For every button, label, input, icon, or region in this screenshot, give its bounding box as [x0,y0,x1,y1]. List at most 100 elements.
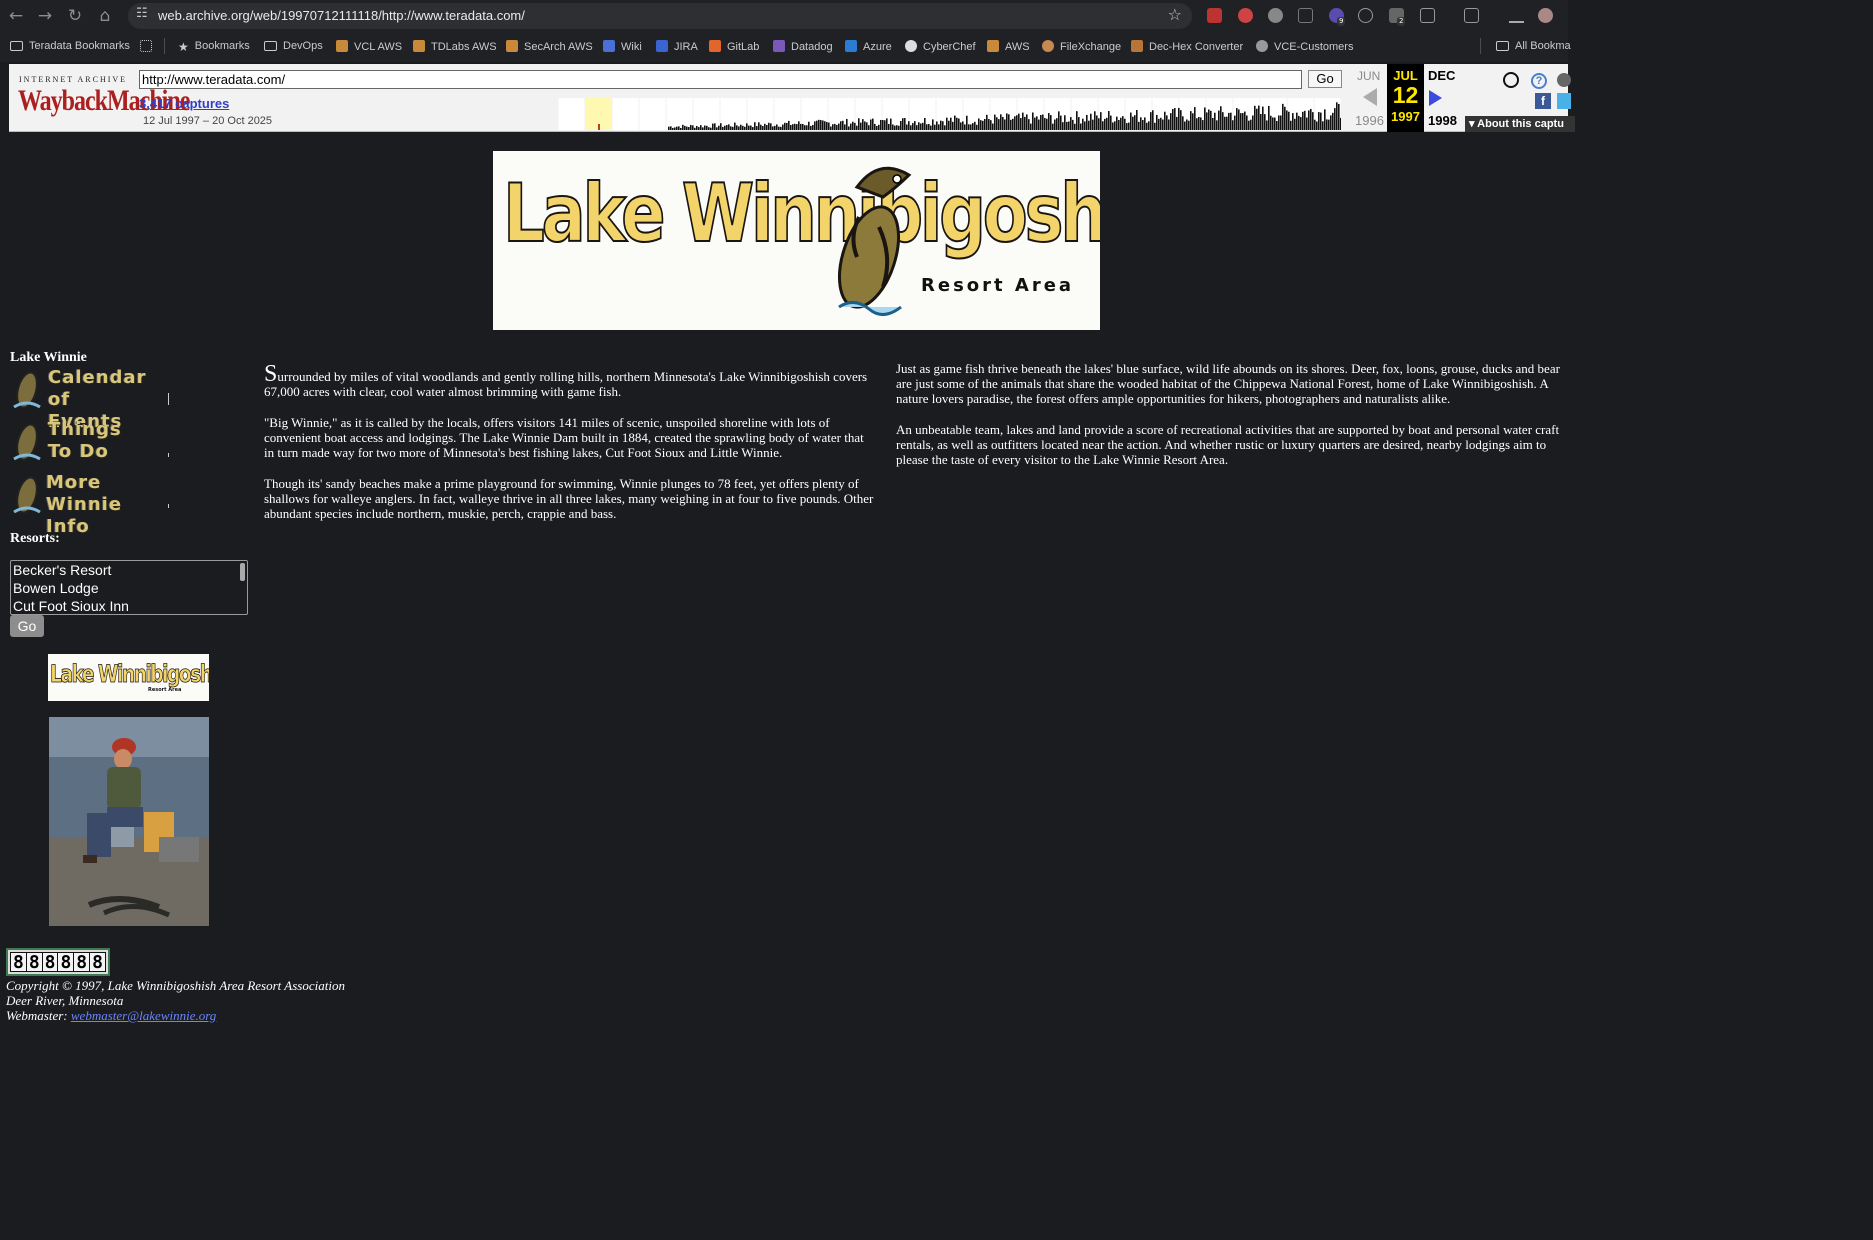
wayback-url-input[interactable]: http://www.teradata.com/ [139,70,1302,89]
nav-link-calendar-of-events[interactable]: Calendar of Events [10,365,175,432]
link-underline-mark [168,453,169,457]
back-icon[interactable]: ← [5,5,27,27]
prev-capture-arrow-icon[interactable] [1363,88,1377,106]
capture-bar [1234,115,1236,130]
capture-bar [984,118,986,130]
extension-reader-icon[interactable] [1298,8,1313,23]
link-underline-mark [168,393,169,405]
capture-bar [1068,121,1070,130]
capture-bar [1216,120,1218,130]
reload-icon[interactable]: ↻ [64,5,86,27]
about-capture-toggle[interactable]: ▾ About this captu [1465,116,1575,132]
bookmark-star-icon[interactable]: ☆ [1168,5,1182,24]
tab-search-icon[interactable] [1464,8,1479,23]
capture-bar [1186,119,1188,130]
next-capture-arrow-icon[interactable] [1429,90,1442,106]
twitter-icon[interactable] [1557,93,1571,109]
capture-bar [1202,120,1204,130]
capture-bar [1192,113,1194,130]
extensions-puzzle-icon[interactable] [1420,8,1435,23]
content-column-left: Surrounded by miles of vital woodlands a… [264,362,874,537]
capture-bar [690,124,692,130]
capture-bar [944,125,946,130]
capture-bar [1050,115,1052,130]
capture-bar [1116,116,1118,130]
user-account-icon[interactable] [1503,72,1519,88]
bookmark-dec-hex[interactable]: Dec-Hex Converter [1131,40,1243,53]
profile-avatar[interactable] [1538,8,1553,23]
bookmark-gitlab[interactable]: GitLab [709,40,759,53]
bookmark-all-bookmarks[interactable]: All Bookma [1496,40,1571,52]
capture-bar [1114,121,1116,130]
nav-link-things-to-do[interactable]: Things To Do [10,417,175,465]
list-scrollbar[interactable] [240,563,245,581]
year-column[interactable] [720,98,747,130]
next-month-label[interactable]: DEC [1428,68,1455,83]
forward-icon[interactable]: → [34,5,56,27]
location-text: Deer River, Minnesota [6,993,124,1008]
capture-bar [1304,110,1306,130]
bookmark-vce-customers[interactable]: VCE-Customers [1256,40,1353,53]
small-logo-image[interactable]: Lake Winnibigoshish Resort Area [48,654,209,701]
capture-bar [1250,119,1252,130]
capture-bar [1248,120,1250,130]
bookmark-folder-devops[interactable]: DevOps [264,40,323,52]
extension-grammarly-icon[interactable] [1268,8,1283,23]
capture-bar [708,127,710,130]
capture-bar [1266,120,1268,130]
bookmark-jira[interactable]: JIRA [656,40,698,53]
bookmark-vcl-aws[interactable]: VCL AWS [336,40,402,53]
bookmark-datadog[interactable]: Datadog [773,40,833,53]
capture-bar [1154,122,1156,130]
wayback-go-button[interactable]: Go [1308,70,1342,88]
bookmark-aws[interactable]: AWS [987,40,1030,53]
resort-option[interactable]: Becker's Resort [11,561,247,579]
next-year-label[interactable]: 1998 [1428,113,1457,128]
capture-bar [970,124,972,130]
capture-bar [1258,105,1260,130]
resort-option[interactable]: Bowen Lodge [11,579,247,597]
capture-bar [1058,111,1060,130]
resorts-go-button[interactable]: Go [10,615,44,637]
extension-lastpass-icon[interactable] [1207,8,1222,23]
prev-year-label[interactable]: 1996 [1355,113,1384,128]
bookmark-cyberchef[interactable]: CyberChef [905,40,976,53]
resort-option[interactable]: Cut Foot Sioux Inn [11,597,247,614]
bookmark-secarch-aws[interactable]: SecArch AWS [506,40,593,53]
capture-bar [696,125,698,130]
extension-spy-icon[interactable] [1358,8,1373,23]
bookmark-bookmarks[interactable]: ★ Bookmarks [178,40,250,53]
year-column[interactable] [612,98,639,130]
capture-bar [1334,108,1336,130]
bookmark-folder-teradata[interactable]: Teradata Bookmarks [10,40,130,52]
capture-bar [864,121,866,130]
extension-ublock-icon[interactable] [1238,8,1253,23]
webmaster-email-link[interactable]: webmaster@lakewinnie.org [71,1008,216,1023]
paragraph: Just as game fish thrive beneath the lak… [896,361,1560,406]
capture-bar [1208,109,1210,130]
home-icon[interactable]: ⌂ [94,5,116,27]
nav-link-more-winnie-info[interactable]: More Winnie Info [10,470,175,537]
bookmark-filexchange[interactable]: FileXchange [1042,40,1121,53]
capture-sparkline[interactable] [558,98,1341,130]
year-column[interactable] [558,98,585,130]
bookmark-tdlabs-aws[interactable]: TDLabs AWS [413,40,497,53]
close-icon[interactable] [1557,73,1571,87]
apps-grid-icon[interactable] [140,40,158,53]
bookmark-wiki[interactable]: Wiki [603,40,642,53]
help-icon[interactable]: ? [1531,73,1547,89]
fisherman-photo [49,717,209,926]
site-info-icon[interactable]: ☷ [136,6,148,21]
capture-bar [828,122,830,130]
wayback-captures-link[interactable]: 3,417 captures [139,96,229,111]
capture-bar [1024,116,1026,130]
year-column[interactable] [666,98,693,130]
facebook-icon[interactable]: f [1535,93,1551,109]
prev-month-label[interactable]: JUN [1357,69,1380,83]
capture-bar [1230,112,1232,130]
address-bar[interactable]: ☷ web.archive.org/web/19970712111118/htt… [128,3,1192,29]
bookmark-azure[interactable]: Azure [845,40,892,53]
year-column[interactable] [639,98,666,130]
resorts-select[interactable]: Becker's Resort Bowen Lodge Cut Foot Sio… [10,560,248,615]
download-icon[interactable] [1509,8,1524,23]
